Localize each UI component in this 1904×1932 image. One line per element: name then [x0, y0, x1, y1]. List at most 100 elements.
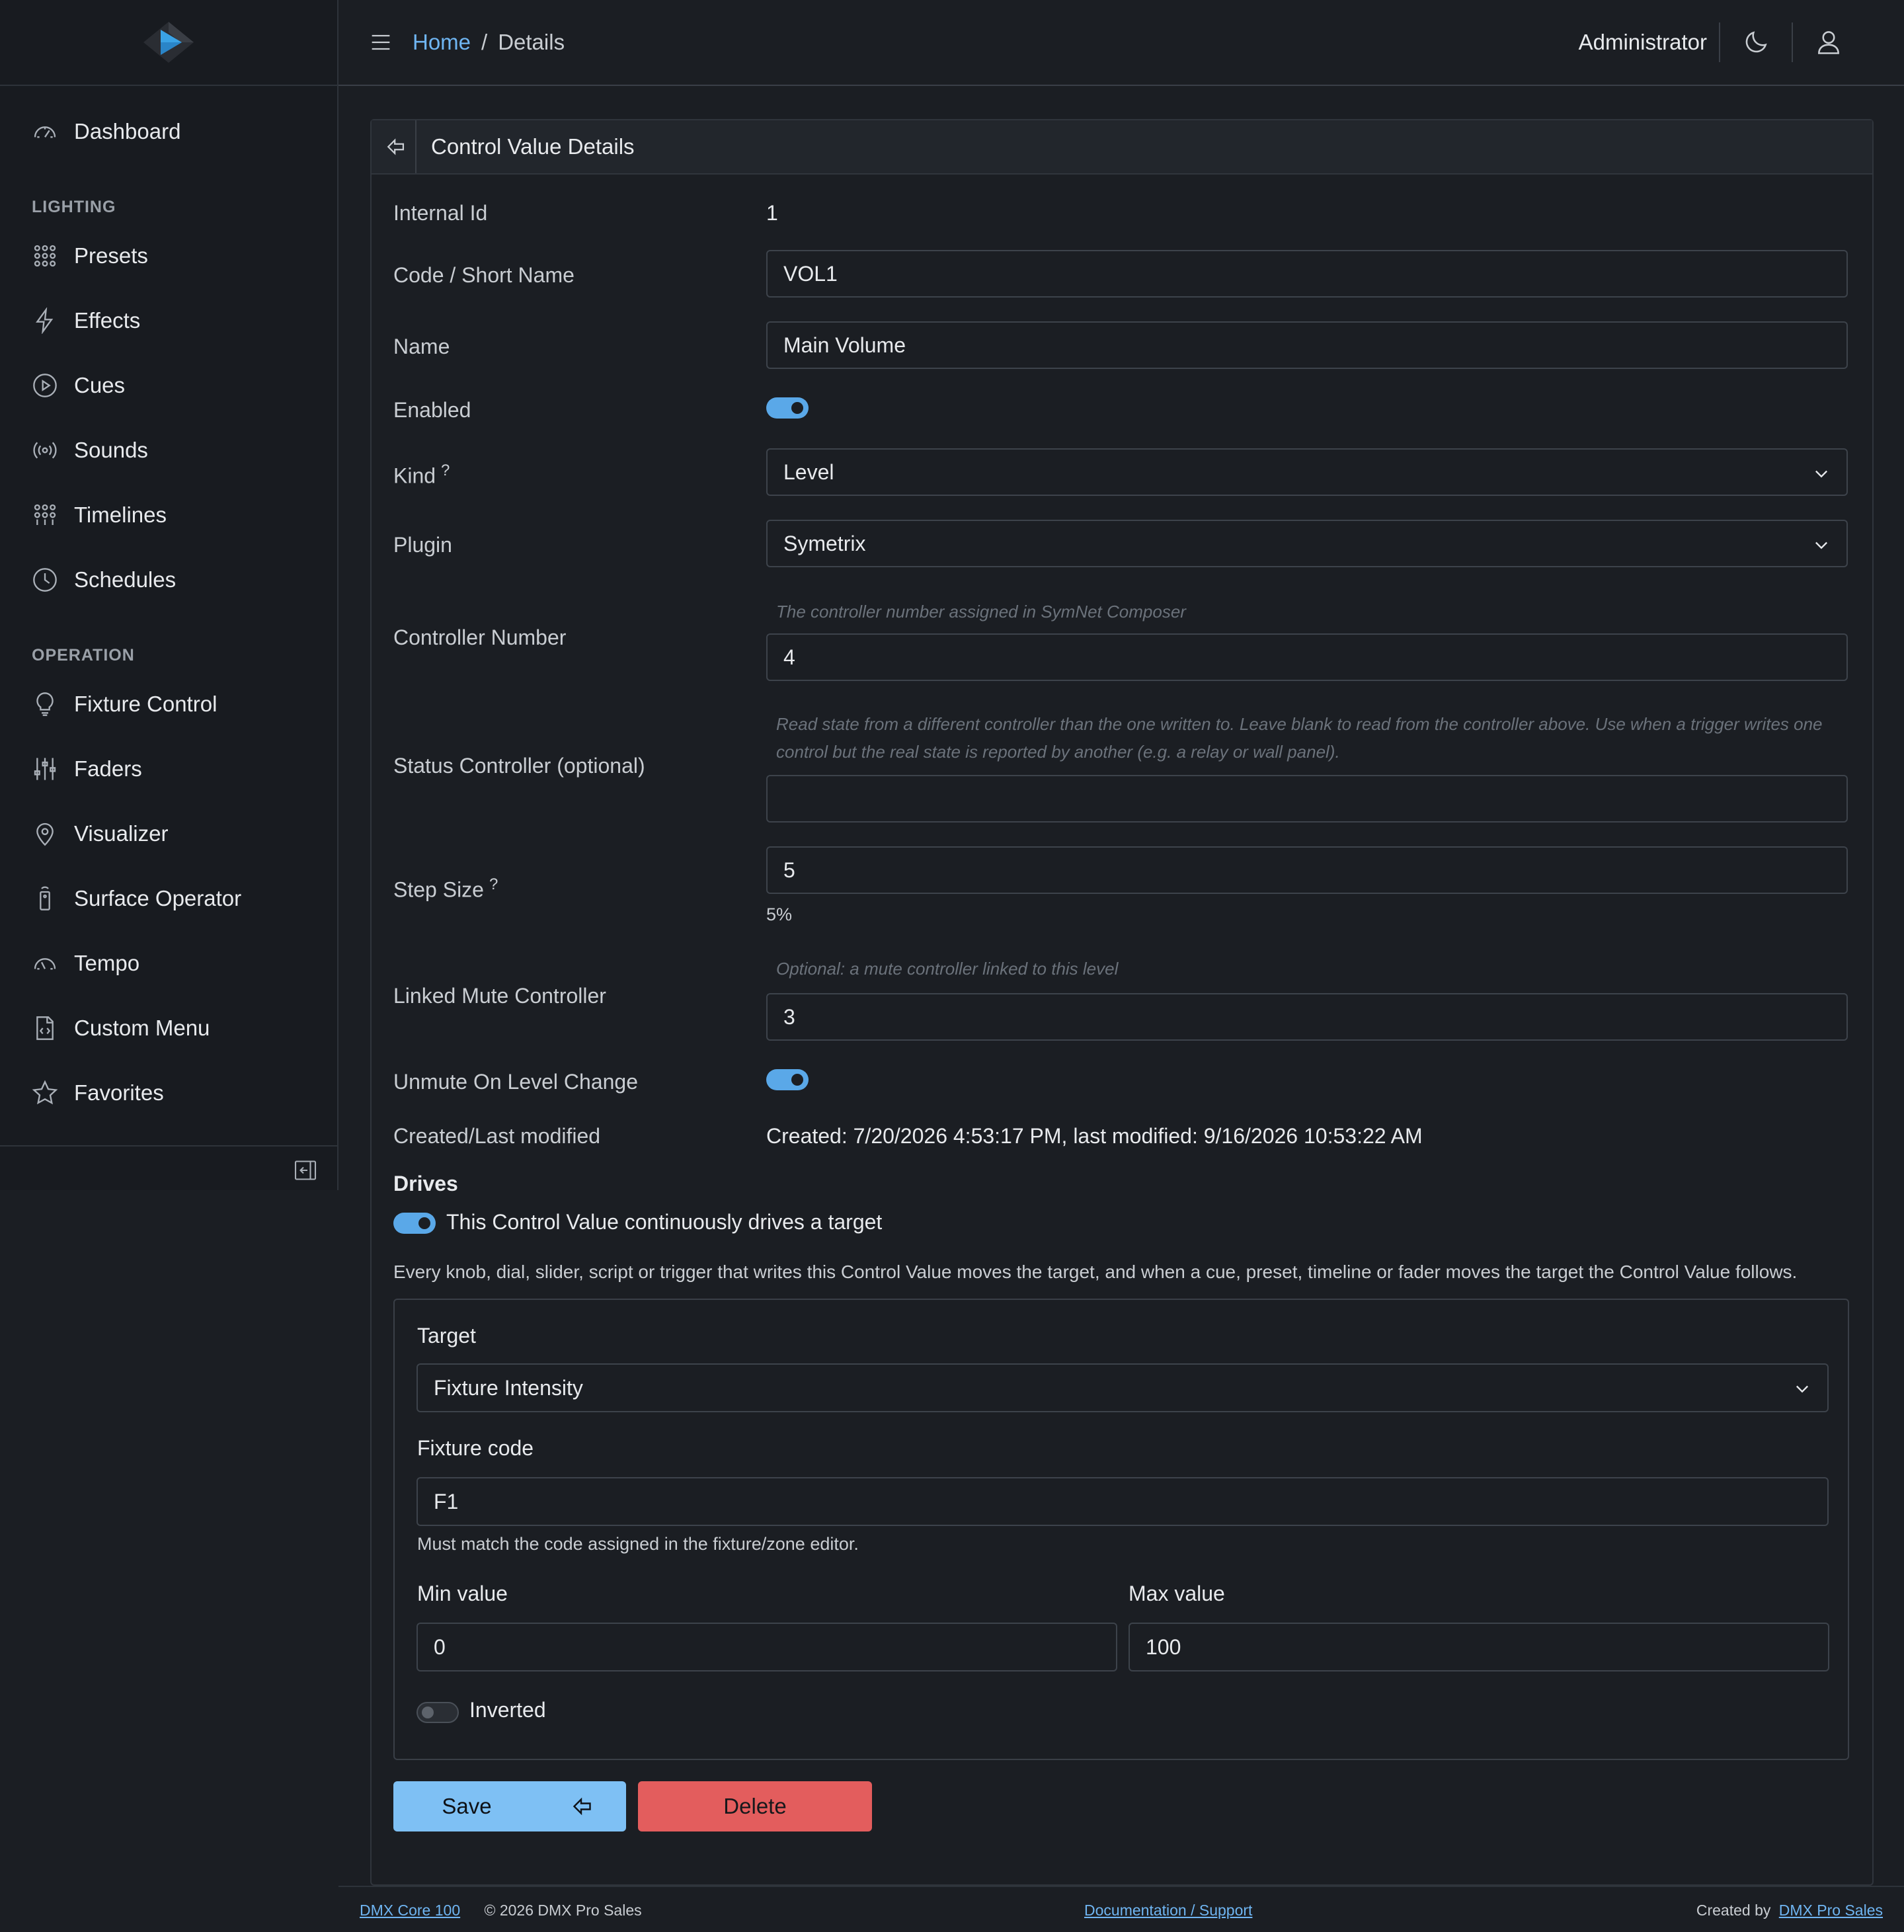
- sidebar-item-faders[interactable]: Faders: [0, 737, 337, 801]
- topbar: Home / Details Administrator: [338, 0, 1904, 86]
- chevron-down-icon: [1796, 1385, 1808, 1393]
- sidebar-item-label: Dashboard: [74, 119, 181, 143]
- sidebar-item-fixture-control[interactable]: Fixture Control: [0, 672, 337, 737]
- step-help-icon[interactable]: ?: [489, 875, 498, 893]
- sidebar-item-effects[interactable]: Effects: [0, 288, 337, 353]
- target-select-value: Fixture Intensity: [434, 1375, 583, 1400]
- enabled-toggle[interactable]: [766, 397, 809, 419]
- documentation-link[interactable]: Documentation / Support: [1084, 1902, 1252, 1919]
- arrow-back-icon: [387, 138, 405, 155]
- sidebar-item-cues[interactable]: Cues: [0, 353, 337, 418]
- sidebar-item-sounds[interactable]: Sounds: [0, 418, 337, 483]
- sidebar-item-surface-operator[interactable]: Surface Operator: [0, 866, 337, 931]
- sidebar-item-timelines[interactable]: Timelines: [0, 483, 337, 547]
- company-link[interactable]: DMX Pro Sales: [1779, 1902, 1883, 1919]
- drives-toggle[interactable]: [393, 1213, 436, 1234]
- controller-input[interactable]: 4: [766, 633, 1848, 681]
- kind-help-icon[interactable]: ?: [441, 462, 450, 479]
- star-icon: [32, 1080, 58, 1105]
- section-lighting: LIGHTING: [32, 198, 116, 216]
- broadcast-icon: [33, 442, 57, 459]
- status-hint: Read state from a different controller t…: [776, 714, 1823, 762]
- step-percent: 5%: [766, 905, 793, 924]
- remote-icon: [40, 886, 50, 910]
- enabled-label: Enabled: [393, 398, 471, 422]
- sidebar-item-custom-menu[interactable]: Custom Menu: [0, 996, 337, 1061]
- save-and-back-button[interactable]: [540, 1781, 626, 1831]
- sidebar-footer: [0, 1145, 337, 1191]
- moon-icon[interactable]: [1741, 28, 1770, 57]
- user-icon[interactable]: [1814, 28, 1843, 57]
- max-value: 100: [1146, 1634, 1181, 1659]
- max-value-label: Max value: [1129, 1582, 1225, 1605]
- app-logo[interactable]: [141, 20, 196, 64]
- unmute-toggle[interactable]: [766, 1069, 809, 1090]
- plugin-select[interactable]: Symetrix: [766, 520, 1848, 567]
- file-code-icon: [36, 1016, 54, 1040]
- name-label: Name: [393, 335, 450, 358]
- sidebar-item-label: Fixture Control: [74, 692, 218, 716]
- inverted-toggle[interactable]: [416, 1702, 459, 1723]
- target-select[interactable]: Fixture Intensity: [416, 1363, 1829, 1412]
- sidebar-item-label: Custom Menu: [74, 1016, 210, 1040]
- kind-label: Kind?: [393, 462, 450, 489]
- sidebar-item-tempo[interactable]: Tempo: [0, 931, 337, 996]
- back-button[interactable]: [378, 120, 416, 173]
- toggle-knob: [791, 402, 803, 414]
- mute-hint: Optional: a mute controller linked to th…: [776, 959, 1119, 979]
- internal-id-label: Internal Id: [393, 201, 488, 225]
- sidebar-item-label: Sounds: [74, 438, 148, 462]
- play-circle-icon: [33, 374, 57, 397]
- sidebar-item-dashboard[interactable]: Dashboard: [0, 99, 337, 164]
- sidebar-item-label: Cues: [74, 373, 126, 397]
- sidebar-item-schedules[interactable]: Schedules: [0, 547, 337, 612]
- menu-icon[interactable]: [368, 29, 394, 56]
- sidebar-item-label: Visualizer: [74, 821, 169, 846]
- sidebar-item-favorites[interactable]: Favorites: [0, 1061, 337, 1125]
- step-size-value: 5: [783, 858, 795, 882]
- status-controller-input[interactable]: [766, 775, 1848, 823]
- toggle-knob: [422, 1707, 434, 1718]
- breadcrumb-home-link[interactable]: Home: [413, 30, 471, 55]
- chevron-down-icon: [1815, 470, 1827, 478]
- collapse-sidebar-icon[interactable]: [294, 1158, 317, 1182]
- inverted-label: Inverted: [469, 1698, 546, 1722]
- drives-heading: Drives: [393, 1172, 458, 1195]
- user-name[interactable]: Administrator: [1579, 22, 1720, 62]
- controller-label: Controller Number: [393, 625, 567, 649]
- kind-select-value: Level: [783, 460, 834, 484]
- chevron-down-icon: [1815, 542, 1827, 549]
- save-button[interactable]: Save: [393, 1781, 541, 1831]
- max-value-input[interactable]: 100: [1129, 1623, 1829, 1671]
- clock-icon: [33, 568, 57, 592]
- footer-left: DMX Core 100 © 2026 DMX Pro Sales: [360, 1902, 642, 1919]
- kind-select[interactable]: Level: [766, 448, 1848, 496]
- controller-hint: The controller number assigned in SymNet…: [776, 602, 1186, 622]
- toggle-knob: [418, 1217, 430, 1229]
- sidebar-item-label: Effects: [74, 308, 141, 333]
- min-value-input[interactable]: 0: [416, 1623, 1117, 1671]
- card-header: Control Value Details: [372, 120, 1872, 175]
- name-input[interactable]: Main Volume: [766, 321, 1848, 369]
- sidebar-item-label: Favorites: [74, 1080, 164, 1105]
- footer: DMX Core 100 © 2026 DMX Pro Sales Docume…: [338, 1886, 1904, 1932]
- target-label: Target: [417, 1324, 476, 1348]
- map-pin-icon: [36, 823, 54, 846]
- breadcrumb: Home / Details: [413, 30, 565, 55]
- sidebar-item-visualizer[interactable]: Visualizer: [0, 801, 337, 866]
- fixture-code-input[interactable]: F1: [416, 1477, 1829, 1526]
- mute-controller-value: 3: [783, 1004, 795, 1029]
- created-by-text: Created by: [1696, 1902, 1771, 1919]
- step-size-input[interactable]: 5: [766, 846, 1848, 894]
- sidebar-item-label: Timelines: [74, 503, 167, 527]
- delete-button[interactable]: Delete: [638, 1781, 872, 1831]
- sidebar-item-presets[interactable]: Presets: [0, 223, 337, 288]
- product-link[interactable]: DMX Core 100: [360, 1902, 460, 1919]
- section-operation: OPERATION: [32, 646, 135, 664]
- sliders-icon: [34, 758, 56, 780]
- plugin-select-value: Symetrix: [783, 531, 866, 555]
- mute-label: Linked Mute Controller: [393, 984, 606, 1008]
- code-input[interactable]: VOL1: [766, 250, 1848, 298]
- mute-controller-input[interactable]: 3: [766, 993, 1848, 1041]
- grid-dots-icon: [34, 245, 56, 267]
